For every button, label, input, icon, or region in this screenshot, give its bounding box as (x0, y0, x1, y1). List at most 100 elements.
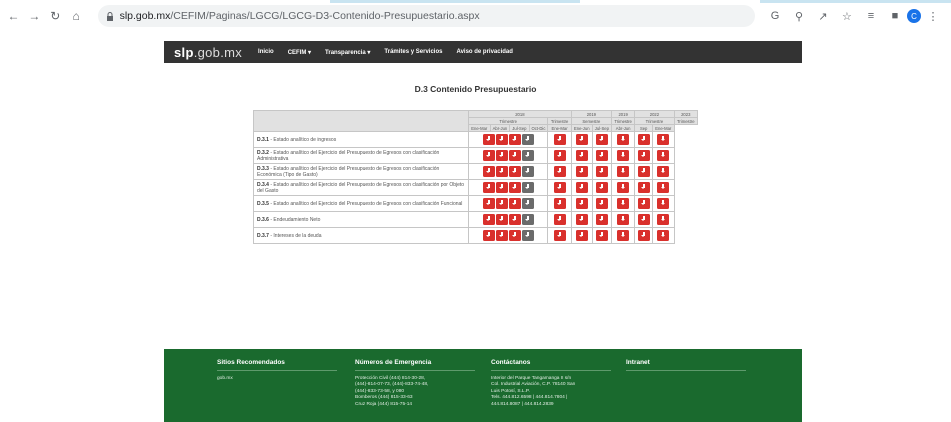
download-pdf-icon[interactable] (495, 198, 508, 209)
download-pdf-icon[interactable] (482, 230, 495, 241)
download-pdf-icon[interactable] (482, 166, 495, 177)
download-pdf-icon[interactable] (521, 150, 534, 161)
sub-period-header: Abr-Jun (610, 124, 636, 132)
lock-icon (106, 11, 114, 21)
profile-avatar[interactable]: C (906, 9, 921, 23)
download-pdf-icon[interactable] (657, 230, 670, 241)
download-pdf-icon[interactable] (595, 214, 608, 225)
footer-link-gobmx[interactable]: gob.mx (217, 376, 337, 382)
download-pdf-icon[interactable] (595, 198, 608, 209)
download-pdf-icon[interactable] (575, 214, 588, 225)
download-pdf-icon[interactable] (521, 166, 534, 177)
nav-cefim[interactable]: CEFIM ▾ (288, 49, 311, 56)
download-pdf-icon[interactable] (617, 230, 630, 241)
period-group-header: Trimestre (673, 117, 699, 125)
share-icon[interactable]: ↗ (816, 9, 830, 23)
download-pdf-icon[interactable] (521, 182, 534, 193)
download-pdf-icon[interactable] (595, 230, 608, 241)
back-icon[interactable]: ← (6, 8, 21, 24)
download-pdf-icon[interactable] (495, 214, 508, 225)
download-pdf-icon[interactable] (617, 198, 630, 209)
bookmark-star-icon[interactable]: ☆ (840, 9, 854, 23)
download-pdf-icon[interactable] (508, 134, 521, 145)
download-pdf-icon[interactable] (575, 198, 588, 209)
download-pdf-icon[interactable] (553, 230, 566, 241)
download-pdf-icon[interactable] (508, 182, 521, 193)
nav-transparencia[interactable]: Transparencia ▾ (325, 49, 370, 56)
download-pdf-icon[interactable] (637, 182, 650, 193)
download-pdf-icon[interactable] (617, 214, 630, 225)
google-lens-icon[interactable]: G (768, 9, 782, 23)
sub-period-header: Ene-Mar (468, 124, 491, 132)
download-cell (547, 163, 572, 180)
download-pdf-icon[interactable] (508, 150, 521, 161)
download-pdf-icon[interactable] (553, 150, 566, 161)
download-pdf-icon[interactable] (657, 166, 670, 177)
nav-tramites[interactable]: Trámites y Servicios (384, 49, 442, 55)
download-pdf-icon[interactable] (595, 182, 608, 193)
download-pdf-icon[interactable] (495, 182, 508, 193)
download-pdf-icon[interactable] (657, 150, 670, 161)
reload-icon[interactable]: ↻ (48, 8, 63, 24)
site-footer: Sitios Recomendados gob.mx Números de Em… (164, 349, 802, 422)
download-pdf-icon[interactable] (617, 134, 630, 145)
download-pdf-icon[interactable] (657, 182, 670, 193)
reading-list-icon[interactable]: ≡ (864, 9, 878, 23)
nav-inicio[interactable]: Inicio (258, 49, 274, 55)
download-pdf-icon[interactable] (553, 182, 566, 193)
download-pdf-icon[interactable] (495, 230, 508, 241)
download-pdf-icon[interactable] (575, 230, 588, 241)
download-pdf-icon[interactable] (657, 198, 670, 209)
download-pdf-icon[interactable] (553, 134, 566, 145)
download-pdf-icon[interactable] (575, 166, 588, 177)
menu-kebab-icon[interactable]: ⋮ (926, 9, 940, 23)
download-pdf-icon[interactable] (553, 198, 566, 209)
download-pdf-icon[interactable] (508, 198, 521, 209)
download-pdf-icon[interactable] (595, 150, 608, 161)
home-icon[interactable]: ⌂ (69, 8, 84, 24)
download-pdf-icon[interactable] (521, 198, 534, 209)
download-pdf-icon[interactable] (495, 166, 508, 177)
download-pdf-icon[interactable] (595, 166, 608, 177)
download-pdf-icon[interactable] (521, 214, 534, 225)
download-pdf-icon[interactable] (637, 230, 650, 241)
download-pdf-icon[interactable] (595, 134, 608, 145)
download-cell (591, 147, 612, 164)
download-pdf-icon[interactable] (508, 230, 521, 241)
download-pdf-icon[interactable] (637, 134, 650, 145)
download-pdf-icon[interactable] (657, 214, 670, 225)
download-pdf-icon[interactable] (575, 150, 588, 161)
download-pdf-icon[interactable] (617, 182, 630, 193)
nav-aviso-privacidad[interactable]: Aviso de privacidad (456, 49, 512, 55)
row-label: D.3.1 - Estado analítico de ingresos (253, 131, 469, 148)
download-pdf-icon[interactable] (521, 230, 534, 241)
download-pdf-icon[interactable] (575, 182, 588, 193)
download-pdf-icon[interactable] (553, 214, 566, 225)
download-pdf-icon[interactable] (482, 214, 495, 225)
download-pdf-icon[interactable] (495, 134, 508, 145)
zoom-icon[interactable]: ⚲ (792, 9, 806, 23)
download-pdf-icon[interactable] (482, 182, 495, 193)
address-bar[interactable]: slp.gob.mx/CEFIM/Paginas/LGCG/LGCG-D3-Co… (97, 5, 755, 27)
download-pdf-icon[interactable] (617, 150, 630, 161)
download-pdf-icon[interactable] (553, 166, 566, 177)
download-pdf-icon[interactable] (508, 166, 521, 177)
download-pdf-icon[interactable] (508, 214, 521, 225)
download-pdf-icon[interactable] (637, 198, 650, 209)
download-pdf-icon[interactable] (482, 150, 495, 161)
download-pdf-icon[interactable] (575, 134, 588, 145)
download-pdf-icon[interactable] (637, 166, 650, 177)
download-pdf-icon[interactable] (637, 214, 650, 225)
download-pdf-icon[interactable] (495, 150, 508, 161)
site-logo[interactable]: slp.gob.mx (174, 45, 242, 60)
side-panel-icon[interactable]: ■ (888, 9, 902, 23)
forward-icon[interactable]: → (27, 8, 42, 24)
download-pdf-icon[interactable] (482, 134, 495, 145)
download-pdf-icon[interactable] (657, 134, 670, 145)
sub-period-header: Ene-Jun (570, 124, 593, 132)
download-pdf-icon[interactable] (617, 166, 630, 177)
period-group-header: Trimestre (634, 117, 675, 125)
download-pdf-icon[interactable] (521, 134, 534, 145)
download-pdf-icon[interactable] (637, 150, 650, 161)
download-pdf-icon[interactable] (482, 198, 495, 209)
